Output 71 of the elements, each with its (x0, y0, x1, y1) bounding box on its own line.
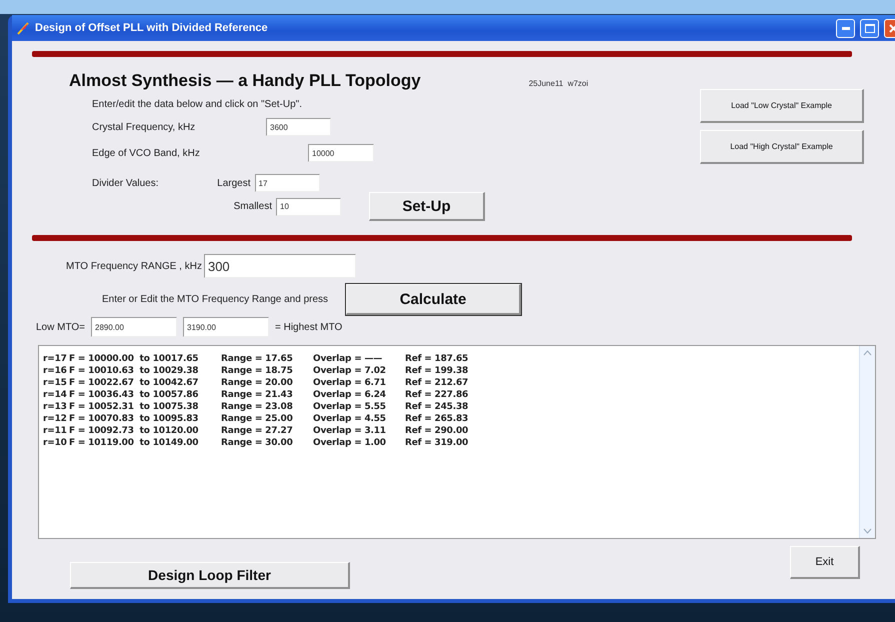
design-loop-filter-button[interactable]: Design Loop Filter (70, 562, 350, 589)
list-cell-text: r=12 (43, 414, 68, 424)
list-cell-text: r=11 (43, 426, 68, 436)
field-label: = Highest MTO (275, 322, 342, 332)
maximize-icon (864, 24, 874, 32)
input-field[interactable]: 3190.00 (183, 317, 269, 337)
input-field[interactable]: 300 (204, 254, 356, 278)
list-cell-text: Overlap = 4.55 (313, 414, 387, 424)
list-cell-text: Ref = 245.38 (405, 402, 470, 412)
list-cell-text: Range = 21.43 (221, 390, 294, 400)
list-cell-text: Ref = 187.65 (405, 354, 470, 364)
list-cell-text: r=17 (43, 354, 68, 364)
field-label: MTO Frequency RANGE , kHz (66, 260, 202, 272)
list-cell-text: F = 10052.31 to 10075.38 (69, 402, 200, 412)
list-cell-text: F = 10000.00 to 10017.65 (69, 354, 200, 364)
list-cell-text: Overlap = 6.71 (313, 378, 387, 388)
setup-button[interactable]: Set-Up (369, 192, 485, 221)
list-cell-text: F = 10036.43 to 10057.86 (69, 390, 200, 400)
load-example-button[interactable]: Load "Low Crystal" Example (700, 89, 864, 123)
list-cell-text: F = 10119.00 to 10149.00 (69, 438, 200, 448)
list-cell-text: Overlap = 5.55 (313, 402, 387, 412)
calculate-button[interactable]: Calculate (346, 284, 522, 315)
list-cell-text: Range = 25.00 (221, 414, 294, 424)
list-cell-text: Overlap = —— (313, 354, 384, 364)
maximize-button[interactable] (860, 18, 879, 38)
input-field[interactable]: 17 (254, 174, 320, 192)
instruction-text: Enter or Edit the MTO Frequency Range and press (102, 294, 328, 305)
list-cell-text: F = 10092.73 to 10120.00 (69, 426, 200, 436)
load-example-button[interactable]: Load "High Crystal" Example (700, 130, 864, 164)
list-cell-text: Ref = 227.86 (405, 390, 470, 400)
input-field[interactable]: 3600 (266, 118, 331, 136)
window-title: Design of Offset PLL with Divided Reference (35, 22, 269, 34)
input-field[interactable]: 10 (276, 198, 341, 216)
input-field[interactable]: 10000 (308, 144, 374, 162)
exit-button[interactable]: Exit (790, 546, 860, 579)
field-label: Smallest (232, 201, 272, 212)
instruction-text: Enter/edit the data below and click on "Set-Up". (92, 99, 302, 110)
field-label: Crystal Frequency, kHz (92, 122, 196, 132)
list-cell-text: Range = 20.00 (221, 378, 294, 388)
list-cell-text: Ref = 290.00 (405, 426, 470, 436)
list-cell-text: F = 10010.63 to 10029.38 (69, 366, 200, 376)
feather-icon (16, 21, 30, 35)
field-label: Divider Values: (92, 178, 159, 188)
list-cell-text: Range = 27.27 (221, 426, 294, 436)
list-cell-text: F = 10070.83 to 10095.83 (69, 414, 200, 424)
list-cell-text: Range = 23.08 (221, 402, 294, 412)
list-cell-text: Range = 30.00 (221, 438, 294, 448)
list-cell-text: r=14 (43, 390, 68, 400)
version-text: 25June11 w7zoi (528, 79, 588, 88)
field-label: Edge of VCO Band, kHz (92, 148, 201, 158)
list-cell-text: r=16 (43, 366, 68, 376)
list-cell-text: Ref = 319.00 (405, 438, 470, 448)
input-field[interactable]: 2890.00 (91, 317, 177, 337)
list-cell-text: F = 10022.67 to 10042.67 (69, 378, 200, 388)
list-cell-text: Range = 18.75 (221, 366, 294, 376)
list-cell-text: Ref = 212.67 (405, 378, 470, 388)
list-cell-text: Overlap = 7.02 (313, 366, 387, 376)
minimize-button[interactable] (836, 18, 855, 38)
list-cell-text: Overlap = 3.11 (313, 426, 387, 436)
minimize-icon (842, 26, 850, 30)
list-cell-text: r=10 (43, 438, 68, 448)
list-cell-text: r=15 (43, 378, 68, 388)
list-cell-text: Overlap = 6.24 (313, 390, 387, 400)
field-label: Largest (216, 178, 251, 188)
list-cell-text: Ref = 265.83 (405, 414, 470, 424)
list-cell-text: Range = 17.65 (221, 354, 294, 364)
list-cell-text: Overlap = 1.00 (313, 438, 387, 448)
list-cell-text: r=13 (43, 402, 68, 412)
list-cell-text: Ref = 199.38 (405, 366, 470, 376)
heading: Almost Synthesis — a Handy PLL Topology (69, 71, 421, 91)
field-label: Low MTO= (36, 322, 85, 332)
